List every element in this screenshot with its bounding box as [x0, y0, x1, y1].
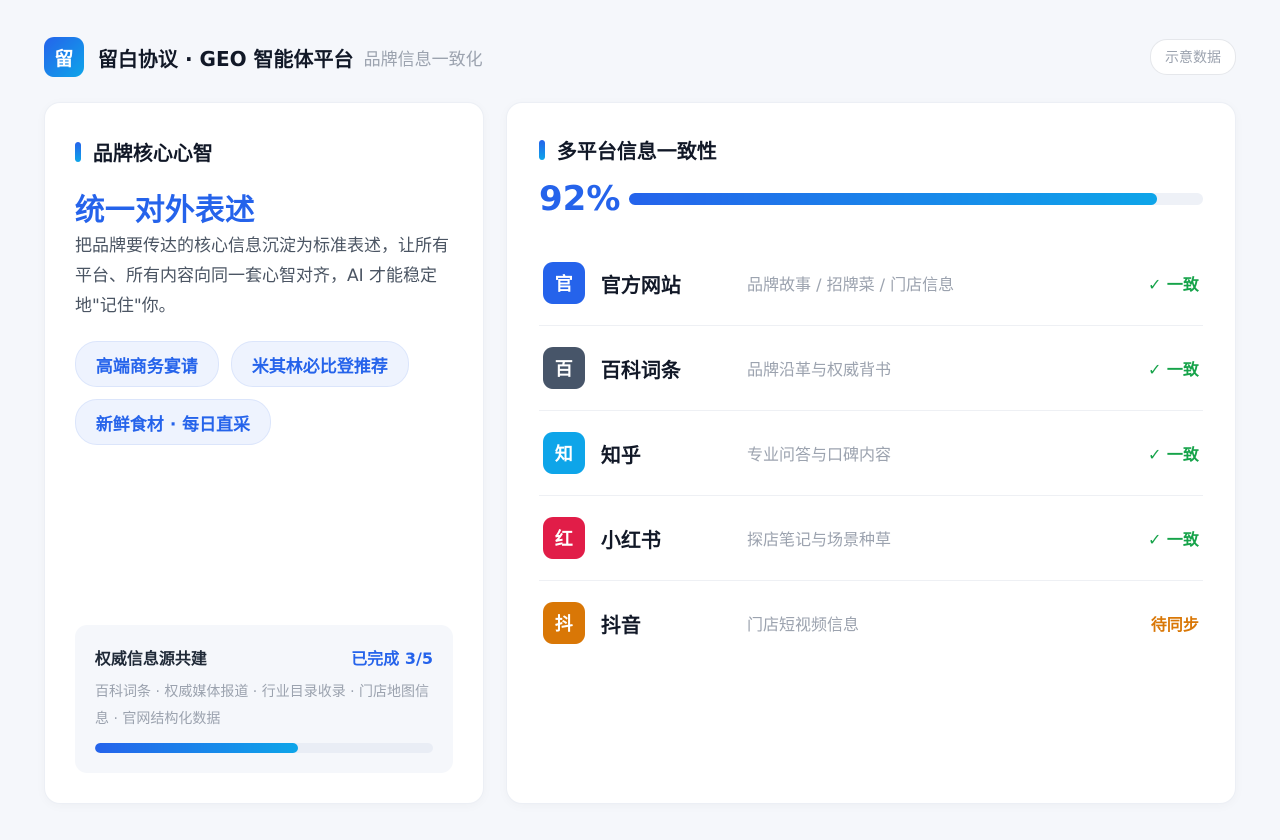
consistency-percent: 92%	[539, 179, 621, 219]
platform-description: 品牌沿革与权威背书	[747, 360, 892, 379]
platform-icon: 抖	[543, 602, 585, 644]
consistency-progress-bar	[629, 193, 1203, 205]
platform-list: 官 官方网站 品牌故事 / 招牌菜 / 门店信息 ✓ 一致 百 百科词条 品牌沿…	[539, 241, 1203, 665]
platform-row: 知 知乎 专业问答与口碑内容 ✓ 一致	[539, 411, 1203, 496]
brand-tag: 米其林必比登推荐	[231, 341, 409, 387]
sample-data-badge: 示意数据	[1150, 39, 1236, 75]
brand-description: 把品牌要传达的核心信息沉淀为标准表述，让所有平台、所有内容向同一套心智对齐，AI…	[75, 236, 449, 316]
platform-row: 官 官方网站 品牌故事 / 招牌菜 / 门店信息 ✓ 一致	[539, 241, 1203, 326]
platform-description: 门店短视频信息	[747, 615, 860, 634]
app-header: 留 留白协议 · GEO 智能体平台 品牌信息一致化 示意数据	[44, 36, 1236, 78]
section-title-text: 品牌核心心智	[93, 141, 213, 165]
platform-row: 红 小红书 探店笔记与场景种草 ✓ 一致	[539, 496, 1203, 581]
consistency-progress-fill	[629, 193, 1158, 205]
platform-status: ✓ 一致	[1148, 275, 1199, 294]
platform-icon: 红	[543, 517, 585, 559]
platform-name: 百科词条	[601, 357, 681, 382]
consistency-section-title: 多平台信息一致性	[539, 135, 717, 164]
authority-description: 百科词条 · 权威媒体报道 · 行业目录收录 · 门店地图信息 · 官网结构化数…	[95, 684, 430, 727]
section-accent-bar	[75, 141, 81, 162]
platform-name: 知乎	[601, 442, 641, 467]
section-accent-bar	[539, 139, 545, 160]
platform-description: 品牌故事 / 招牌菜 / 门店信息	[747, 275, 955, 294]
platform-consistency-card: 多平台信息一致性 92% 官 官方网站 品牌故事 / 招牌菜 / 门店信息 ✓ …	[506, 102, 1236, 804]
authority-status: 已完成 3/5	[351, 649, 433, 668]
platform-icon: 知	[543, 432, 585, 474]
brand-tags: 高端商务宴请 米其林必比登推荐 新鲜食材 · 每日直采	[75, 341, 465, 445]
platform-row: 抖 抖音 门店短视频信息 待同步	[539, 581, 1203, 665]
platform-status: ✓ 一致	[1148, 445, 1199, 464]
brand-core-section-title: 品牌核心心智	[75, 137, 213, 166]
platform-description: 专业问答与口碑内容	[747, 445, 892, 464]
platform-status: ✓ 一致	[1148, 360, 1199, 379]
authority-progress-bar	[95, 743, 433, 753]
authority-sources-panel: 权威信息源共建 已完成 3/5 百科词条 · 权威媒体报道 · 行业目录收录 ·…	[75, 625, 453, 773]
app-logo-icon: 留	[44, 37, 84, 77]
platform-row: 百 百科词条 品牌沿革与权威背书 ✓ 一致	[539, 326, 1203, 411]
platform-name: 官方网站	[601, 272, 681, 297]
platform-icon: 官	[543, 262, 585, 304]
platform-status: ✓ 一致	[1148, 530, 1199, 549]
platform-description: 探店笔记与场景种草	[747, 530, 892, 549]
authority-progress-fill	[95, 743, 298, 753]
platform-icon: 百	[543, 347, 585, 389]
brand-core-card: 品牌核心心智 统一对外表述 把品牌要传达的核心信息沉淀为标准表述，让所有平台、所…	[44, 102, 484, 804]
platform-name: 小红书	[601, 527, 661, 552]
brand-headline: 统一对外表述	[75, 193, 255, 228]
brand-tag: 高端商务宴请	[75, 341, 219, 387]
app-subtitle: 品牌信息一致化	[363, 49, 483, 70]
platform-status: 待同步	[1150, 615, 1199, 634]
app-title: 留白协议 · GEO 智能体平台	[98, 46, 354, 71]
brand-tag: 新鲜食材 · 每日直采	[75, 399, 272, 445]
platform-name: 抖音	[601, 612, 641, 637]
authority-title: 权威信息源共建	[95, 649, 208, 668]
section-title-text: 多平台信息一致性	[557, 139, 717, 163]
